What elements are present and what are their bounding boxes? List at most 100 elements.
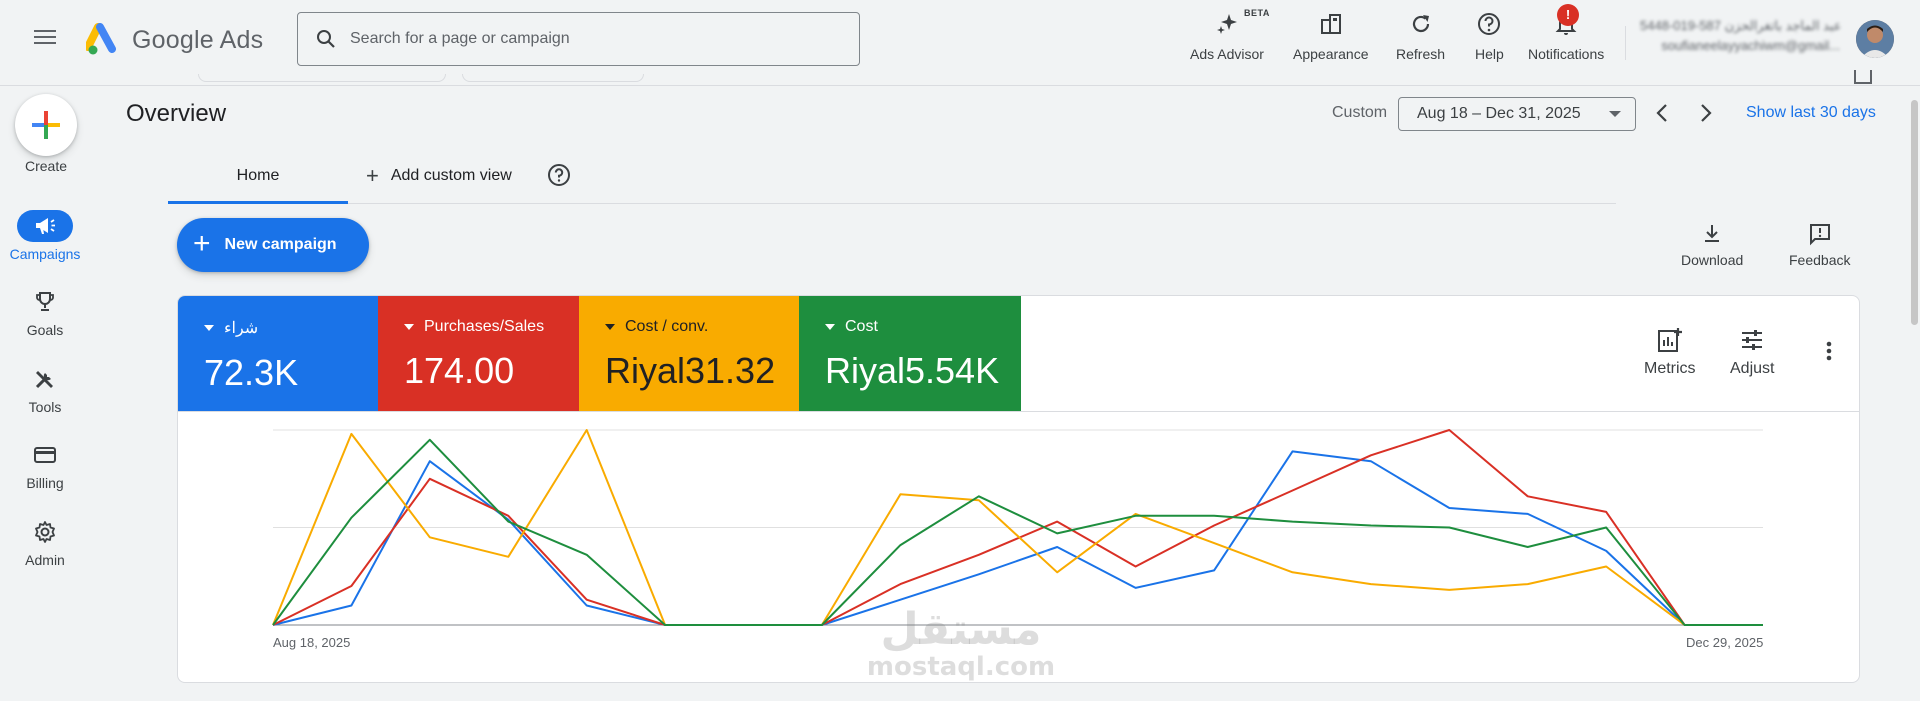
- metric-value: 174.00: [404, 350, 515, 391]
- metric-name: Cost / conv.: [625, 318, 709, 335]
- megaphone-icon: [17, 210, 73, 242]
- tune-icon: [1742, 330, 1763, 350]
- account-email: soufianeelayyachiwm@gmail...: [1661, 38, 1840, 53]
- feedback-label: Feedback: [1789, 252, 1851, 268]
- feedback-icon: [1809, 224, 1830, 246]
- avatar[interactable]: [1856, 20, 1894, 58]
- google-ads-logo[interactable]: Google Ads: [86, 20, 263, 60]
- left-navigation: Create Campaigns Goals Tools Billing Adm…: [0, 86, 90, 701]
- header-divider: [1625, 26, 1626, 60]
- refresh-icon: [1407, 10, 1435, 38]
- download-label: Download: [1681, 252, 1744, 268]
- date-range-type-label: Custom: [1332, 104, 1388, 121]
- google-ads-logo-icon: [86, 23, 116, 55]
- add-custom-view-tab[interactable]: + Add custom view: [366, 156, 512, 204]
- create-button[interactable]: [15, 94, 77, 156]
- create-label: Create: [24, 158, 68, 174]
- feedback-button[interactable]: Feedback: [1789, 222, 1850, 268]
- ads-advisor-button[interactable]: BETA Ads Advisor: [1190, 8, 1269, 64]
- metric-value: 72.3K: [204, 352, 299, 393]
- dropdown-arrow-icon[interactable]: [825, 324, 835, 330]
- dropdown-arrow-icon[interactable]: [204, 325, 214, 331]
- appearance-icon: [1317, 10, 1345, 38]
- dropdown-arrow-icon[interactable]: [404, 324, 414, 330]
- adjust-button[interactable]: Adjust: [1730, 326, 1774, 378]
- metric-tile-purchases-sales[interactable]: Purchases/Sales 174.00: [378, 296, 579, 411]
- refresh-label: Refresh: [1396, 46, 1446, 62]
- nav-label-admin: Admin: [25, 552, 65, 568]
- adjust-label: Adjust: [1730, 360, 1775, 377]
- account-id: عبد الماجد باتغرالحزن 587-019-5448: [1640, 18, 1840, 33]
- add-custom-view-label: Add custom view: [390, 167, 512, 184]
- show-last-30-days-link[interactable]: Show last 30 days: [1746, 104, 1876, 122]
- beta-badge: BETA: [1244, 8, 1270, 18]
- date-range-value: Aug 18 – Dec 31, 2025: [1417, 105, 1581, 122]
- scrolled-filter-chip: [462, 74, 644, 82]
- metric-tiles: شراء 72.3K Purchases/Sales 174.00 Cost /…: [178, 296, 1021, 411]
- account-info[interactable]: عبد الماجد باتغرالحزن 587-019-5448 soufi…: [1640, 18, 1840, 53]
- series-line-3[interactable]: [272, 438, 1763, 626]
- x-axis-end-label: Dec 29, 2025: [1686, 635, 1764, 650]
- metric-tile-cost-per-conv[interactable]: Cost / conv. Riyal31.32: [579, 296, 799, 411]
- gear-icon: [17, 516, 73, 548]
- download-button[interactable]: Download: [1681, 222, 1743, 268]
- nav-label-goals: Goals: [26, 322, 64, 338]
- dropdown-arrow-icon[interactable]: [605, 324, 615, 330]
- new-campaign-label: New campaign: [224, 236, 337, 253]
- appearance-button[interactable]: Appearance: [1293, 8, 1369, 64]
- nav-label-billing: Billing: [26, 475, 64, 491]
- plus-icon: +: [193, 226, 211, 260]
- metric-value: Riyal31.32: [605, 350, 776, 391]
- notifications-label: Notifications: [1528, 46, 1605, 62]
- metrics-button[interactable]: Metrics: [1644, 326, 1696, 378]
- tools-icon: [17, 363, 73, 395]
- metric-name: Purchases/Sales: [424, 318, 545, 335]
- appearance-label: Appearance: [1293, 46, 1369, 62]
- help-icon: [1475, 10, 1503, 38]
- app-name: Google Ads: [132, 25, 264, 54]
- search-icon: [317, 30, 335, 48]
- notifications-button[interactable]: ! Notifications: [1528, 4, 1605, 64]
- metric-name: Cost: [845, 318, 878, 335]
- dropdown-arrow-icon: [1609, 111, 1621, 117]
- performance-card: شراء 72.3K Purchases/Sales 174.00 Cost /…: [177, 295, 1860, 683]
- chevron-right-icon[interactable]: [1692, 100, 1718, 126]
- add-chart-icon: [1657, 328, 1682, 352]
- hamburger-menu-icon[interactable]: [30, 26, 60, 50]
- metric-tile-cost[interactable]: Cost Riyal5.54K: [799, 296, 1021, 411]
- metric-tile-purchase[interactable]: شراء 72.3K: [178, 296, 378, 411]
- page-title: Overview: [126, 100, 227, 127]
- nav-item-billing[interactable]: Billing: [0, 439, 90, 491]
- avatar-image: [1856, 20, 1894, 58]
- search-input[interactable]: [350, 30, 810, 48]
- nav-item-admin[interactable]: Admin: [0, 516, 90, 568]
- metric-name: شراء: [224, 320, 259, 337]
- more-options-icon[interactable]: [1817, 336, 1841, 366]
- metrics-label: Metrics: [1644, 360, 1696, 377]
- refresh-button[interactable]: Refresh: [1396, 8, 1445, 64]
- nav-item-campaigns[interactable]: Campaigns: [0, 210, 90, 262]
- plus-icon: [32, 111, 60, 139]
- panel-toggle-icon[interactable]: [1854, 70, 1872, 84]
- credit-card-icon: [17, 439, 73, 471]
- metric-value: Riyal5.54K: [825, 350, 1000, 391]
- sparkle-icon: [1213, 10, 1241, 38]
- chevron-left-icon[interactable]: [1650, 100, 1676, 126]
- help-label: Help: [1475, 46, 1504, 62]
- scrolled-filter-chip: [198, 74, 446, 82]
- nav-label-campaigns: Campaigns: [9, 246, 81, 262]
- search-bar[interactable]: [297, 12, 860, 66]
- scrollbar-thumb[interactable]: [1911, 100, 1918, 325]
- help-circle-icon[interactable]: [547, 163, 571, 187]
- help-button[interactable]: Help: [1475, 8, 1504, 64]
- notification-alert-badge: !: [1557, 4, 1579, 26]
- nav-item-goals[interactable]: Goals: [0, 286, 90, 338]
- nav-item-tools[interactable]: Tools: [0, 363, 90, 415]
- nav-label-tools: Tools: [28, 399, 62, 415]
- x-axis-start-label: Aug 18, 2025: [273, 635, 351, 650]
- tab-home[interactable]: Home: [168, 156, 348, 204]
- ads-advisor-label: Ads Advisor: [1190, 46, 1264, 62]
- view-tabs: Home + Add custom view: [168, 156, 1616, 204]
- new-campaign-button[interactable]: + New campaign: [177, 218, 369, 272]
- date-range-selector[interactable]: Aug 18 – Dec 31, 2025: [1398, 97, 1636, 131]
